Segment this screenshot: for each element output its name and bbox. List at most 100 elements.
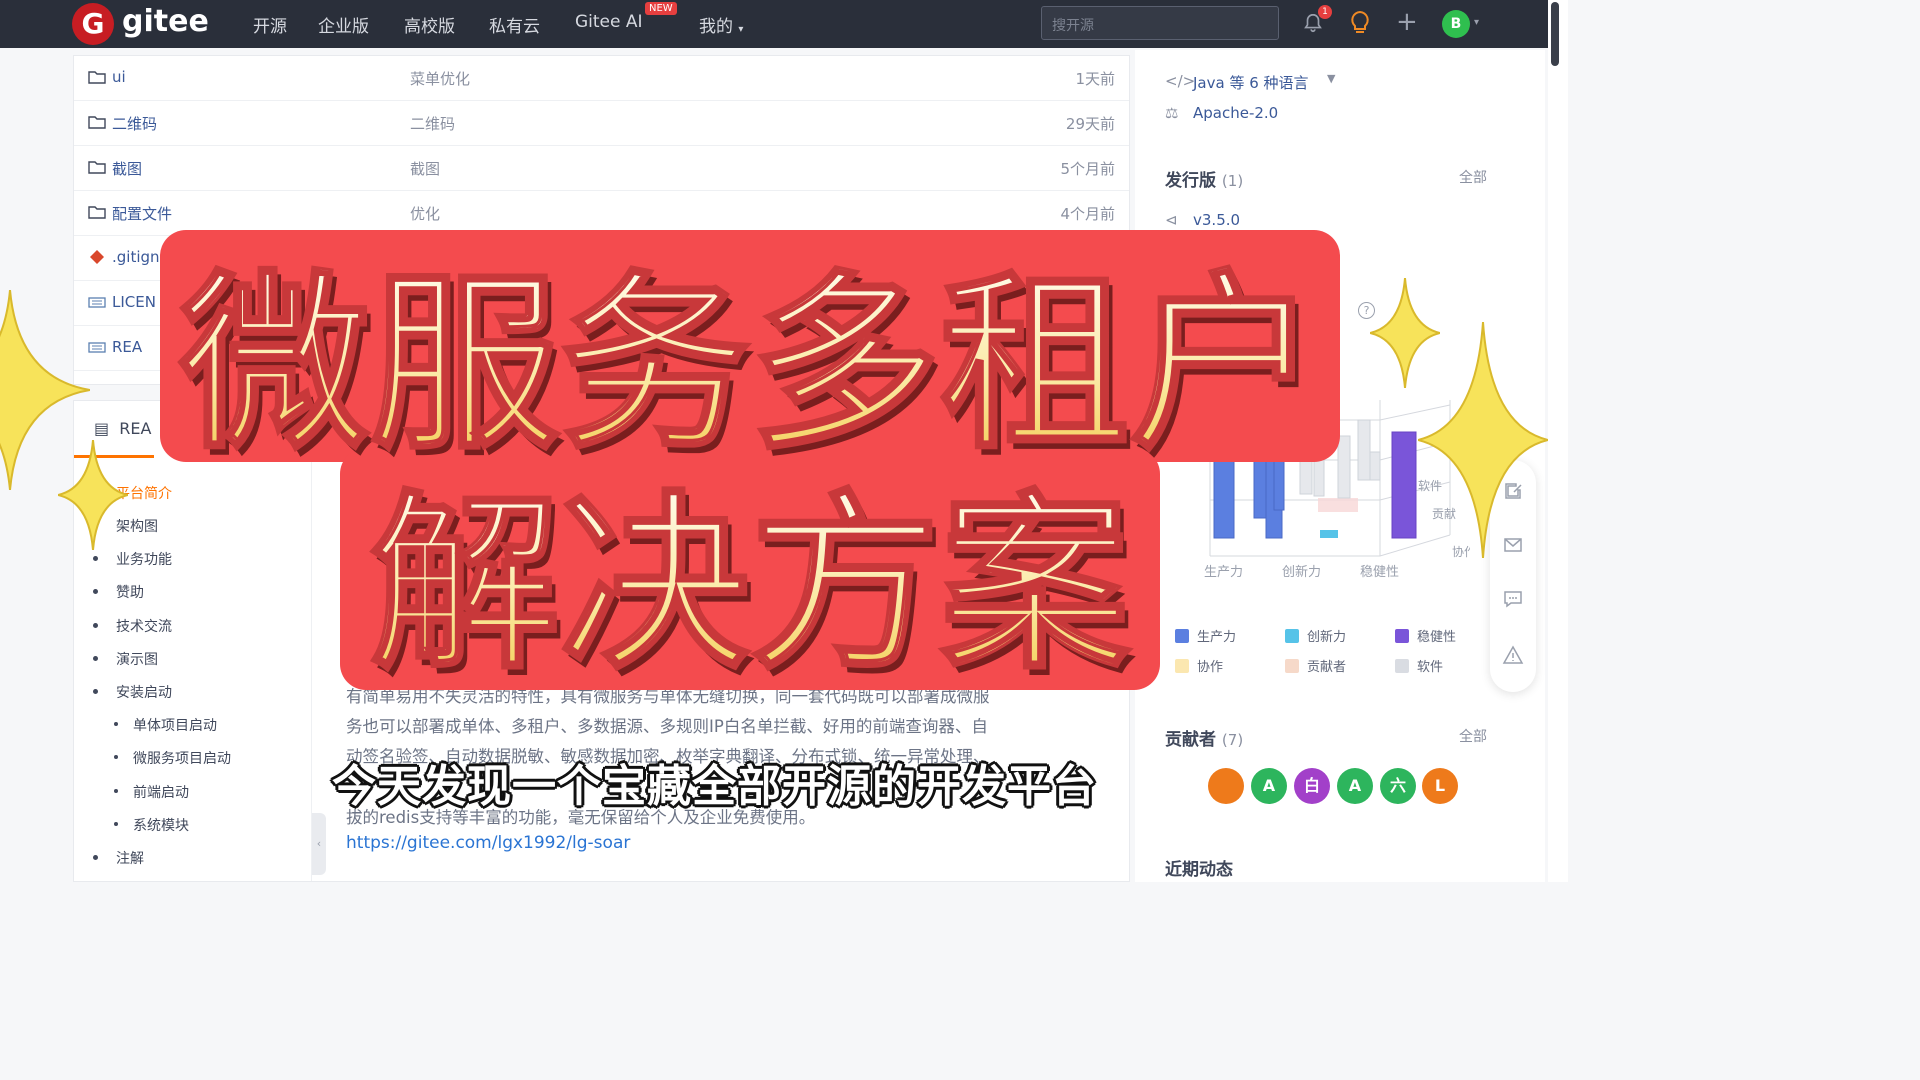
toc-item[interactable]: 微服务项目启动 [133, 748, 231, 768]
search-input[interactable]: 搜开源 [1041, 6, 1279, 40]
releases-title: 发行版 (1) [1165, 166, 1243, 191]
toc-item[interactable]: 注解 [116, 848, 144, 868]
page-scrollbar[interactable] [1548, 0, 1568, 882]
toc-item[interactable]: 前端启动 [133, 782, 189, 802]
title-line2: 解决方案 [370, 474, 1131, 690]
releases-all-link[interactable]: 全部 [1459, 167, 1487, 187]
file-name[interactable]: 截图 [112, 158, 142, 179]
bullet [93, 656, 98, 661]
release-tag-link[interactable]: v3.5.0 [1193, 211, 1240, 229]
file-name[interactable]: .gitign [112, 248, 160, 266]
bullet [93, 589, 98, 594]
file-row[interactable]: 二维码 二维码 29天前 [74, 101, 1129, 146]
git-file-icon [90, 250, 104, 264]
legend-swatch [1395, 629, 1409, 643]
commit-message[interactable]: 截图 [410, 158, 440, 179]
commit-time: 4个月前 [1060, 205, 1115, 223]
recent-activity-title: 近期动态 [1165, 860, 1233, 880]
contributors-all-link[interactable]: 全部 [1459, 726, 1487, 746]
document-icon [88, 342, 106, 353]
chart-axis-label: 稳健性 [1360, 564, 1399, 580]
plus-icon[interactable]: + [1396, 8, 1418, 36]
contributor-avatar[interactable]: A [1337, 768, 1373, 804]
license-link[interactable]: Apache-2.0 [1193, 104, 1278, 122]
nav-gitee-ai[interactable]: Gitee AI [575, 12, 643, 32]
scrollbar-thumb[interactable] [1551, 2, 1559, 66]
bullet [93, 855, 98, 860]
commit-time: 29天前 [1065, 115, 1115, 133]
bullet [114, 822, 118, 826]
video-subtitle: 今天发现一个宝藏全部开源的开发平台 [332, 761, 1097, 812]
file-name[interactable]: LICEN [112, 293, 156, 311]
commit-message[interactable]: 优化 [410, 203, 440, 224]
contributor-avatar[interactable]: 六 [1380, 768, 1416, 804]
nav-education[interactable]: 高校版 [404, 12, 455, 37]
commit-time: 5个月前 [1060, 160, 1115, 178]
contributor-avatar[interactable] [1208, 768, 1244, 804]
releases-count: (1) [1221, 172, 1244, 190]
file-name[interactable]: 二维码 [112, 113, 157, 134]
contributors-title-label: 贡献者 [1165, 730, 1216, 750]
chevron-down-icon[interactable]: ▼ [1327, 72, 1335, 85]
legend-label: 软件 [1417, 660, 1444, 675]
nav-enterprise[interactable]: 企业版 [318, 12, 369, 37]
legend-label: 稳健性 [1417, 630, 1457, 645]
bullet [114, 789, 118, 793]
commit-message[interactable]: 二维码 [410, 113, 455, 134]
contributor-avatar[interactable]: L [1422, 768, 1458, 804]
legend-swatch [1395, 659, 1409, 673]
gitee-logo-text[interactable]: gitee [122, 4, 209, 39]
file-name[interactable]: REA [112, 338, 142, 356]
toc-item[interactable]: 演示图 [116, 649, 158, 669]
comment-icon[interactable] [1502, 588, 1524, 610]
toc-item[interactable]: 单体项目启动 [133, 715, 217, 735]
releases-title-label: 发行版 [1165, 171, 1216, 191]
readme-title: REA [119, 419, 152, 438]
legend-item[interactable]: 稳健性 [1395, 626, 1456, 645]
bullet [114, 722, 118, 726]
contributor-avatar[interactable]: A [1251, 768, 1287, 804]
toc-collapse-button[interactable]: ‹ [312, 813, 326, 875]
top-navigation-bar: G gitee 开源 企业版 高校版 私有云 Gitee AI NEW 我的 ▾… [0, 0, 1568, 48]
nav-mine-label: 我的 [699, 17, 733, 37]
file-row[interactable]: 截图 截图 5个月前 [74, 146, 1129, 191]
folder-icon [88, 206, 106, 219]
readme-paragraph-line: 务也可以部署成单体、多租户、多数据源、多规则IP白名单拦截、好用的前端查询器、自 [346, 717, 988, 736]
bullet [93, 623, 98, 628]
readme-header: ▤ REA [94, 419, 151, 438]
file-name[interactable]: ui [112, 68, 126, 86]
commit-time: 1天前 [1075, 70, 1115, 88]
contributors-count: (7) [1221, 731, 1244, 749]
warning-icon[interactable] [1502, 644, 1524, 666]
languages-link[interactable]: Java 等 6 种语言 [1193, 72, 1309, 93]
repo-link[interactable]: https://gitee.com/lgx1992/lg-soar [346, 833, 630, 853]
file-name[interactable]: 配置文件 [112, 203, 172, 224]
toc-item[interactable]: 系统模块 [133, 815, 189, 835]
chart-bar [1391, 431, 1417, 539]
sparkle-icon [58, 440, 128, 550]
tag-icon: ⊲ [1165, 211, 1178, 229]
folder-icon [88, 161, 106, 174]
title-line1: 微服务多租户 [179, 254, 1320, 475]
sparkle-icon [1418, 322, 1548, 558]
bullet [93, 556, 98, 561]
nav-open-source[interactable]: 开源 [253, 12, 287, 37]
lightbulb-icon[interactable] [1348, 10, 1372, 36]
file-row[interactable]: ui 菜单优化 1天前 [74, 56, 1129, 101]
toc-item[interactable]: 赞助 [116, 582, 144, 602]
title-overlay: 微服务多租户 微服务多租户 解决方案 解决方案 [160, 230, 1340, 690]
nav-mine[interactable]: 我的 ▾ [699, 12, 743, 37]
chevron-down-icon[interactable]: ▾ [1474, 17, 1479, 28]
legend-item[interactable]: 软件 [1395, 656, 1443, 675]
folder-icon [88, 71, 106, 84]
folder-icon [88, 116, 106, 129]
readme-icon: ▤ [94, 419, 110, 438]
gitee-logo[interactable]: G [72, 3, 114, 45]
contributor-avatar[interactable]: 白 [1294, 768, 1330, 804]
code-icon: </> [1165, 72, 1196, 90]
bullet [114, 755, 118, 759]
contributors-title: 贡献者 (7) [1165, 725, 1243, 750]
user-avatar[interactable]: B [1442, 10, 1470, 38]
commit-message[interactable]: 菜单优化 [410, 68, 470, 89]
nav-private-cloud[interactable]: 私有云 [489, 12, 540, 37]
